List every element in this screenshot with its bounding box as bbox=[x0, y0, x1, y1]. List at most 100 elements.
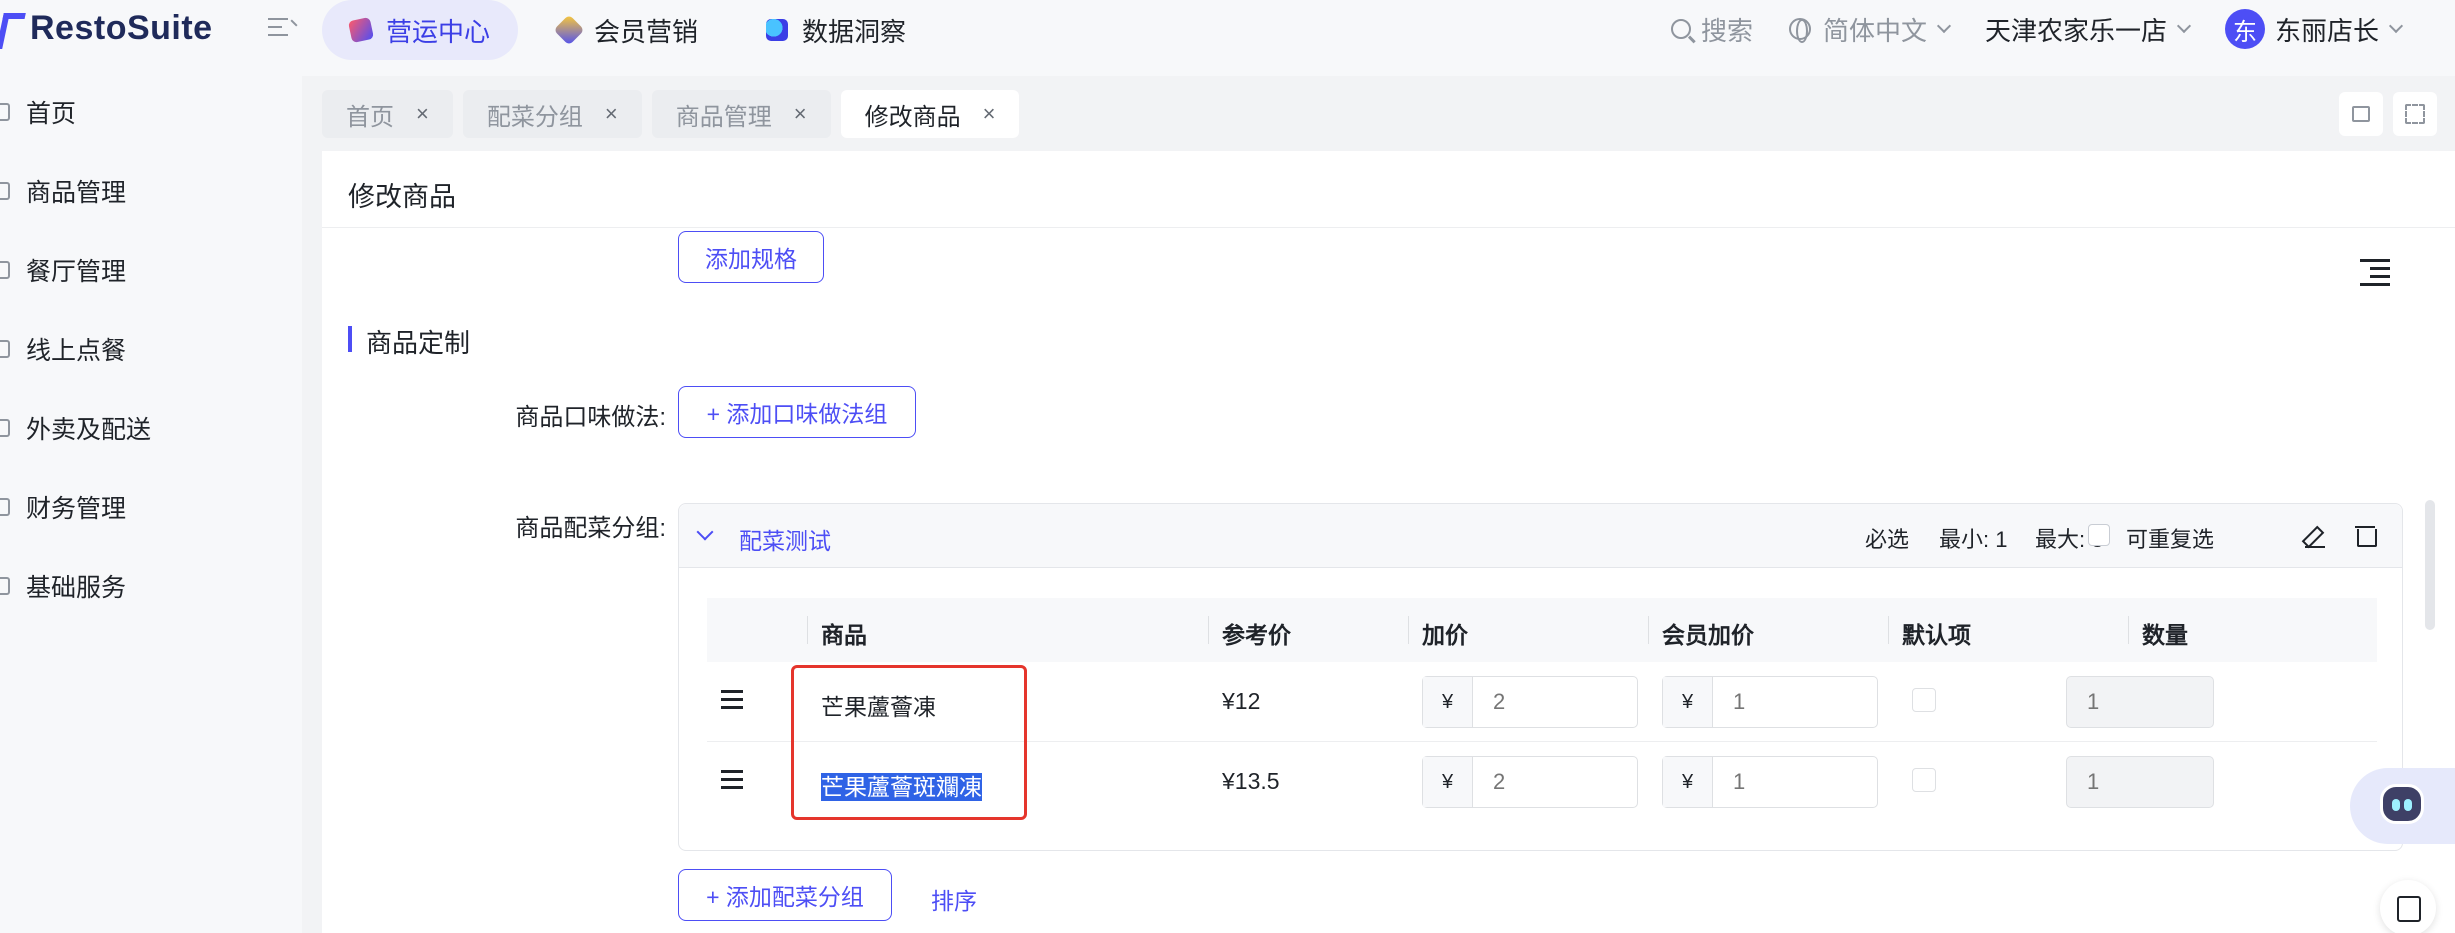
markup-field[interactable] bbox=[1473, 757, 1633, 807]
top-nav: 营运中心 会员营销 数据洞察 bbox=[322, 0, 946, 60]
currency-prefix: ¥ bbox=[1423, 757, 1473, 807]
default-checkbox[interactable] bbox=[1912, 688, 1936, 712]
home-icon bbox=[0, 103, 10, 121]
side-group-label: 商品配菜分组: bbox=[515, 515, 666, 542]
data-icon bbox=[766, 19, 789, 41]
add-spec-button[interactable]: 添加规格 bbox=[678, 231, 824, 283]
chevron-down-icon[interactable] bbox=[696, 523, 714, 541]
col-header-quantity: 数量 bbox=[2142, 622, 2188, 648]
menu-collapse-icon[interactable] bbox=[268, 14, 298, 40]
column-separator bbox=[1208, 616, 1209, 644]
default-checkbox[interactable] bbox=[1912, 768, 1936, 792]
lock-screen-button[interactable] bbox=[2339, 92, 2383, 136]
member-markup-input[interactable]: ¥ bbox=[1662, 676, 1878, 728]
sort-link[interactable]: 排序 bbox=[931, 882, 977, 916]
member-markup-field[interactable] bbox=[1713, 757, 1873, 807]
notes-button[interactable] bbox=[2380, 880, 2436, 933]
ref-price: ¥12 bbox=[1222, 688, 1261, 714]
side-group-header: 配菜测试 必选 最小: 1 最大: 3 可重复选 bbox=[679, 504, 2402, 568]
nav-tab-member-marketing[interactable]: 会员营销 bbox=[530, 0, 726, 60]
nav-tab-data-insight[interactable]: 数据洞察 bbox=[738, 0, 934, 60]
fullscreen-button[interactable] bbox=[2393, 92, 2437, 136]
quantity-input[interactable] bbox=[2066, 756, 2214, 808]
close-icon[interactable]: × bbox=[983, 101, 996, 127]
globe-icon bbox=[1788, 18, 1811, 43]
drag-handle-icon[interactable] bbox=[721, 690, 743, 710]
grid-icon bbox=[0, 577, 10, 595]
repeatable-checkbox[interactable] bbox=[2088, 524, 2110, 546]
quantity-input[interactable] bbox=[2066, 676, 2214, 728]
table-row: 芒果蘆薈凍 ¥12 ¥ ¥ bbox=[707, 662, 2377, 742]
product-name: 芒果蘆薈斑斕凍 bbox=[821, 768, 982, 802]
close-icon[interactable]: × bbox=[794, 101, 807, 127]
user-menu[interactable]: 东 东丽店长 bbox=[2224, 9, 2404, 49]
sidebar-item-finance[interactable]: 财务管理 bbox=[0, 487, 126, 527]
logo-text: RestoSuite bbox=[30, 8, 213, 47]
min-text: 最小: 1 bbox=[1939, 527, 2008, 552]
language-select[interactable]: 简体中文 bbox=[1788, 11, 1952, 48]
sidebar-item-online-order[interactable]: 线上点餐 bbox=[0, 329, 126, 369]
outline-toggle-icon[interactable] bbox=[2360, 259, 2390, 286]
divider bbox=[322, 227, 2455, 228]
column-separator bbox=[1648, 616, 1649, 644]
sidebar-item-home[interactable]: 首页 bbox=[0, 92, 76, 132]
member-markup-field[interactable] bbox=[1713, 677, 1873, 727]
box-icon bbox=[0, 182, 10, 200]
sidebar-item-restaurant[interactable]: 餐厅管理 bbox=[0, 250, 126, 290]
flavor-label: 商品口味做法: bbox=[515, 404, 666, 431]
col-header-ref-price: 参考价 bbox=[1222, 622, 1291, 648]
close-icon[interactable]: × bbox=[416, 101, 429, 127]
col-header-product: 商品 bbox=[821, 622, 867, 648]
side-group-name[interactable]: 配菜测试 bbox=[739, 522, 831, 556]
col-header-default: 默认项 bbox=[1902, 622, 1971, 648]
markup-input[interactable]: ¥ bbox=[1422, 756, 1638, 808]
table-row: 芒果蘆薈斑斕凍 ¥13.5 ¥ ¥ bbox=[707, 742, 2377, 822]
member-markup-input[interactable]: ¥ bbox=[1662, 756, 1878, 808]
page-title: 修改商品 bbox=[348, 182, 456, 212]
sidebar: 首页 商品管理 餐厅管理 线上点餐 外卖及配送 财务管理 基础服务 bbox=[0, 76, 302, 933]
scrollbar[interactable] bbox=[2425, 500, 2435, 630]
chevron-down-icon bbox=[1936, 18, 1952, 34]
drag-handle-icon[interactable] bbox=[721, 770, 743, 790]
store-select[interactable]: 天津农家乐一店 bbox=[1985, 11, 2192, 48]
tab-edit-product[interactable]: 修改商品 × bbox=[840, 90, 1020, 138]
top-bar: RestoSuite 营运中心 会员营销 数据洞察 搜索 简体中文 天津农家乐一… bbox=[0, 0, 2455, 76]
section-title: 商品定制 bbox=[366, 328, 471, 358]
markup-field[interactable] bbox=[1473, 677, 1633, 727]
col-header-member-markup: 会员加价 bbox=[1662, 622, 1754, 648]
search-button[interactable]: 搜索 bbox=[1670, 11, 1753, 48]
section-marker bbox=[348, 326, 352, 352]
trash-icon[interactable] bbox=[2355, 524, 2377, 547]
wallet-icon bbox=[0, 498, 10, 516]
top-right-tools: 搜索 简体中文 天津农家乐一店 东 东丽店长 bbox=[1635, 0, 2455, 58]
logo-mark-icon bbox=[0, 11, 18, 45]
chevron-down-icon bbox=[2176, 18, 2192, 34]
currency-prefix: ¥ bbox=[1663, 677, 1713, 727]
column-separator bbox=[1408, 616, 1409, 644]
tab-home[interactable]: 首页 × bbox=[322, 90, 453, 138]
edit-icon[interactable] bbox=[2303, 524, 2327, 548]
close-icon[interactable]: × bbox=[605, 101, 618, 127]
sidebar-item-delivery[interactable]: 外卖及配送 bbox=[0, 408, 151, 448]
edit-product-card: 修改商品 添加规格 商品定制 商品口味做法: + 添加口味做法组 商品配菜分组:… bbox=[322, 151, 2455, 933]
logo[interactable]: RestoSuite bbox=[0, 0, 213, 56]
table-header: 商品 参考价 加价 会员加价 默认项 数量 bbox=[707, 598, 2377, 662]
nav-tab-operations[interactable]: 营运中心 bbox=[322, 0, 519, 60]
sidebar-item-products[interactable]: 商品管理 bbox=[0, 171, 126, 211]
currency-prefix: ¥ bbox=[1663, 757, 1713, 807]
sidebar-item-basic-service[interactable]: 基础服务 bbox=[0, 566, 126, 606]
member-icon bbox=[553, 14, 585, 46]
avatar: 东 bbox=[2224, 9, 2265, 49]
column-separator bbox=[807, 616, 808, 644]
side-group-panel: 配菜测试 必选 最小: 1 最大: 3 可重复选 商品 参考价 加价 会员加价 … bbox=[678, 503, 2403, 851]
add-flavor-group-button[interactable]: + 添加口味做法组 bbox=[678, 386, 916, 438]
tab-side-groups[interactable]: 配菜分组 × bbox=[462, 90, 642, 138]
robot-icon bbox=[2380, 784, 2424, 824]
required-text: 必选 bbox=[1865, 527, 1910, 552]
search-icon bbox=[1670, 19, 1691, 39]
tab-product-management[interactable]: 商品管理 × bbox=[651, 90, 831, 138]
assistant-button[interactable] bbox=[2350, 768, 2455, 844]
markup-input[interactable]: ¥ bbox=[1422, 676, 1638, 728]
add-side-group-button[interactable]: + 添加配菜分组 bbox=[678, 869, 892, 921]
column-separator bbox=[2128, 616, 2129, 644]
